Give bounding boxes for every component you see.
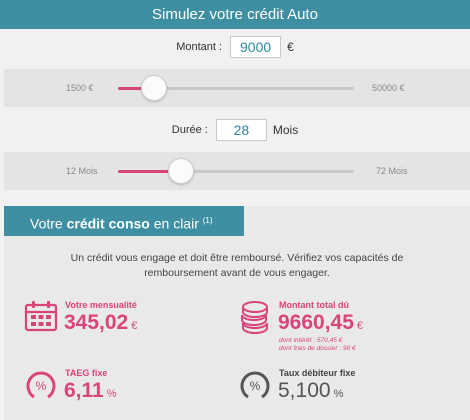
credit-summary-panel: Votre crédit conso en clair (1) Un crédi… [4,206,470,420]
borrowing-rate-unit: % [333,388,344,400]
total-due-value: 9660,45 € [278,311,363,335]
simulator-title: Simulez votre crédit Auto [152,6,318,23]
fees-note: dont frais de dossier : 90 € [279,345,356,352]
percent-gauge-icon: % [240,371,270,399]
monthly-payment-value: 345,02 € [64,311,137,335]
total-due-amount: 9660,45 [278,311,354,334]
borrowing-rate-label: Taux débiteur fixe [279,368,356,378]
borrowing-rate-value: 5,100% [278,379,343,403]
amount-max-label: 50000 € [372,83,405,93]
taeg-value: 6,11% [64,379,117,403]
total-due-label: Montant total dû [279,300,349,310]
amount-label: Montant : [176,41,223,53]
tab-text-prefix: Votre [30,215,67,232]
monthly-payment-unit: € [131,320,138,332]
amount-slider-band: 1500 € 50000 € [4,69,470,107]
svg-text:%: % [36,379,47,393]
amount-slider-track[interactable] [118,75,354,101]
total-due-unit: € [356,320,364,332]
coins-icon [241,301,268,334]
interest-note: dont intérêt : 570,45 € [279,337,343,344]
duration-slider-band: 12 Mois 72 Mois [4,152,470,190]
amount-field-row: Montant : 9000 € [0,35,470,59]
notice-line-1: Un crédit vous engage et doit être rembo… [70,252,404,264]
duration-unit: Mois [272,123,299,137]
monthly-payment-amount: 345,02 [64,311,129,334]
duration-min-label: 12 Mois [66,166,98,176]
amount-slider-thumb[interactable] [141,75,167,101]
credit-warning-notice: Un crédit vous engage et doit être rembo… [4,251,470,281]
notice-line-2: remboursement avant de vous engager. [144,267,330,279]
amount-unit: € [287,40,294,54]
percent-gauge-icon: % [26,371,56,399]
amount-min-label: 1500 € [66,83,94,93]
simulator-header: Simulez votre crédit Auto [0,0,470,29]
duration-label: Durée : [171,124,208,136]
duration-input[interactable]: 28 [215,119,267,141]
credit-summary-tab: Votre crédit conso en clair (1) [4,206,244,236]
svg-text:%: % [250,379,261,393]
taeg-unit: % [106,388,117,400]
tab-text-bold: crédit conso [66,215,150,232]
calendar-icon [24,301,58,332]
duration-slider-thumb[interactable] [168,158,194,184]
duration-max-label: 72 Mois [376,166,408,176]
duration-field-row: Durée : 28 Mois [0,118,470,142]
monthly-payment-label: Votre mensualité [65,300,137,310]
tab-footnote-ref[interactable]: (1) [203,216,213,225]
tab-text-suffix: en clair [149,215,203,232]
amount-input[interactable]: 9000 [230,36,282,58]
duration-slider-track[interactable] [118,158,354,184]
taeg-label: TAEG fixe [65,368,108,378]
taeg-amount: 6,11 [64,379,104,402]
borrowing-rate-amount: 5,100 [278,379,331,402]
